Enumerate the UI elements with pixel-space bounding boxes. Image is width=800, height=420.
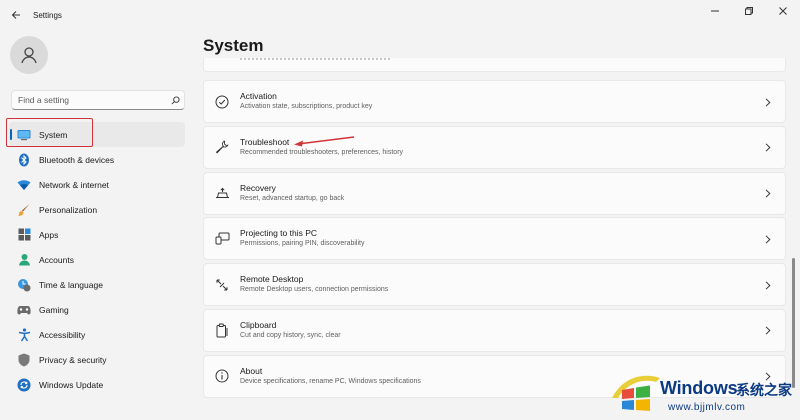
sidebar-item-label: Gaming [39, 304, 69, 315]
system-icon [17, 128, 31, 142]
close-button[interactable] [766, 0, 800, 22]
row-title: Activation [240, 91, 277, 101]
row-remote-desktop[interactable]: Remote Desktop Remote Desktop users, con… [203, 263, 786, 307]
row-title: Projecting to this PC [240, 228, 318, 239]
row-title: Recovery [240, 182, 276, 193]
sidebar-item-label: Apps [39, 229, 59, 240]
row-description: Device specifications, rename PC, Window… [240, 377, 421, 385]
sidebar-item-bluetooth[interactable]: Bluetooth & devices [9, 147, 185, 172]
accounts-icon [17, 253, 31, 267]
sidebar-item-label: Accounts [39, 254, 74, 265]
row-description: Remote Desktop users, connection permiss… [240, 286, 389, 294]
row-description: Cut and copy history, sync, clear [240, 331, 341, 339]
watermark-url: www.bjjmlv.com [668, 402, 746, 413]
windows-logo-icon [612, 375, 660, 411]
row-title: About [240, 365, 263, 376]
time-language-icon [17, 278, 31, 292]
avatar[interactable] [10, 36, 48, 74]
clipboard-icon [214, 322, 230, 338]
shield-icon [17, 353, 31, 367]
row-activation[interactable]: Activation Activation state, subscriptio… [203, 80, 786, 123]
brush-icon [17, 203, 31, 217]
sidebar-item-personalization[interactable]: Personalization [9, 197, 185, 222]
sidebar-item-gaming[interactable]: Gaming [9, 297, 185, 322]
watermark-cn: 系统之家 [736, 383, 792, 399]
remote-desktop-icon [214, 277, 230, 293]
check-circle-icon [214, 94, 230, 110]
accessibility-icon [17, 327, 31, 342]
wrench-icon [214, 139, 230, 155]
back-arrow-icon [11, 11, 20, 19]
user-icon [21, 47, 37, 64]
row-title: Clipboard [240, 319, 277, 330]
chevron-right-icon [763, 141, 773, 155]
row-clipboard[interactable]: Clipboard Cut and copy history, sync, cl… [203, 308, 786, 352]
watermark-brand: Windows [660, 378, 738, 398]
restore-icon [745, 7, 753, 15]
sidebar-item-windows-update[interactable]: Windows Update [9, 372, 185, 397]
sidebar-item-accounts[interactable]: Accounts [9, 247, 185, 272]
update-icon [17, 378, 31, 392]
apps-icon [17, 228, 31, 242]
chevron-right-icon [763, 95, 773, 109]
row-description: Activation state, subscriptions, product… [240, 103, 373, 110]
sidebar-item-label: Time & language [39, 279, 103, 290]
chevron-right-icon [763, 278, 773, 292]
bluetooth-icon [17, 153, 31, 167]
watermark: Windows 系统之家 www.bjjmlv.com [604, 364, 800, 420]
row-troubleshoot[interactable]: Troubleshoot Recommended troubleshooters… [203, 125, 786, 169]
chevron-right-icon [763, 232, 773, 246]
sidebar-item-apps[interactable]: Apps [9, 222, 185, 247]
row-title: Remote Desktop [240, 274, 304, 285]
search-icon[interactable] [166, 95, 184, 105]
row-description: Reset, advanced startup, go back [240, 194, 345, 202]
sidebar-item-label: Network & internet [39, 179, 109, 190]
selection-indicator [10, 129, 12, 140]
row-recovery[interactable]: Recovery Reset, advanced startup, go bac… [203, 171, 786, 215]
sidebar-nav: System Bluetooth & devices Network & int… [9, 122, 185, 397]
info-icon [214, 368, 230, 384]
sidebar-item-network[interactable]: Network & internet [9, 172, 185, 197]
title-bar: Settings [0, 0, 800, 30]
network-icon [17, 178, 31, 192]
row-description: Recommended troubleshooters, preferences… [240, 148, 404, 156]
app-title: Settings [33, 10, 62, 20]
sidebar-item-label: Personalization [39, 204, 98, 215]
projector-icon [214, 231, 230, 247]
sidebar-item-time-language[interactable]: Time & language [9, 272, 185, 297]
sidebar-item-privacy[interactable]: Privacy & security [9, 347, 185, 372]
page-title: System [203, 36, 264, 55]
back-button[interactable] [2, 0, 30, 30]
sidebar-item-accessibility[interactable]: Accessibility [9, 322, 185, 347]
row-description: Permissions, pairing PIN, discoverabilit… [240, 240, 365, 248]
close-icon [779, 7, 787, 15]
chevron-right-icon [763, 324, 773, 338]
row-projecting[interactable]: Projecting to this PC Permissions, pairi… [203, 217, 786, 261]
recovery-icon [214, 185, 230, 201]
sidebar-item-label: System [39, 129, 68, 140]
search-box[interactable] [11, 90, 185, 110]
chevron-right-icon [763, 187, 773, 201]
settings-list: Activation Activation state, subscriptio… [203, 80, 786, 401]
row-title: Troubleshoot [240, 136, 290, 147]
sidebar-item-label: Accessibility [39, 329, 86, 340]
sidebar-item-label: Bluetooth & devices [39, 154, 115, 165]
gaming-icon [17, 303, 31, 317]
search-input[interactable] [12, 95, 166, 105]
sidebar-item-system[interactable]: System [9, 122, 185, 147]
sidebar-item-label: Windows Update [39, 379, 104, 390]
minimize-icon [711, 10, 719, 12]
sidebar-item-label: Privacy & security [39, 354, 107, 365]
minimize-button[interactable] [698, 0, 732, 22]
partial-row[interactable] [203, 58, 786, 72]
restore-button[interactable] [732, 0, 766, 22]
window-controls [698, 0, 800, 24]
